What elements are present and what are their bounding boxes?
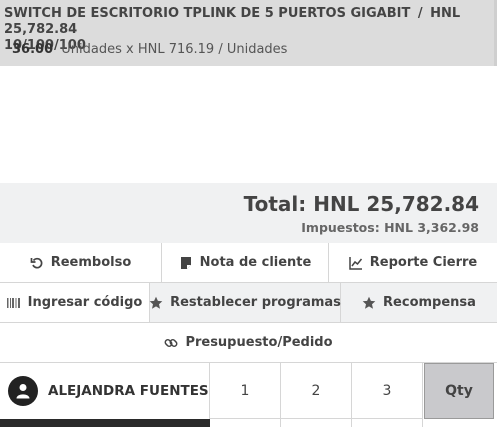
user-icon [16, 384, 30, 399]
order-total: Total: HNL 25,782.84 [244, 192, 479, 216]
numpad-key-1[interactable]: 1 [210, 363, 281, 419]
undo-icon [30, 257, 43, 269]
tax-label: Impuestos: [301, 220, 380, 235]
numpad-key-below[interactable] [281, 419, 352, 427]
enter-code-label: Ingresar código [27, 295, 143, 310]
quotation-label: Presupuesto/Pedido [185, 335, 333, 350]
reward-button[interactable]: Recompensa [341, 283, 497, 323]
order-tax: Impuestos: HNL 3,362.98 [301, 220, 479, 235]
customer-note-button[interactable]: Nota de cliente [162, 243, 329, 283]
order-line-detail: 36.00 Unidades x HNL 716.19 / Unidades [12, 42, 287, 57]
link-icon [164, 338, 178, 347]
total-label: Total: [243, 192, 307, 216]
numpad-key-2[interactable]: 2 [281, 363, 352, 419]
customer-note-label: Nota de cliente [199, 255, 312, 270]
product-name: SWITCH DE ESCRITORIO TPLINK DE 5 PUERTOS… [4, 6, 411, 21]
refund-label: Reembolso [50, 255, 132, 270]
close-report-button[interactable]: Reporte Cierre [329, 243, 497, 283]
star-icon [362, 296, 376, 309]
order-summary: Total: HNL 25,782.84 Impuestos: HNL 3,36… [0, 183, 497, 244]
numpad-bottom-bar [0, 419, 210, 427]
tax-value: HNL 3,362.98 [384, 220, 479, 235]
barcode-icon [6, 297, 20, 308]
note-icon [180, 256, 191, 269]
numpad-key-below[interactable] [210, 419, 281, 427]
refund-button[interactable]: Reembolso [0, 243, 162, 283]
reward-label: Recompensa [383, 295, 476, 310]
numpad-key-3[interactable]: 3 [352, 363, 423, 419]
quotation-button[interactable]: Presupuesto/Pedido [0, 323, 497, 363]
numpad-key-below[interactable] [423, 419, 497, 427]
title-separator: / [417, 6, 423, 21]
enter-code-button[interactable]: Ingresar código [0, 283, 150, 323]
line-unit-price: Unidades x HNL 716.19 / Unidades [61, 42, 288, 57]
avatar [8, 376, 38, 406]
reset-programs-button[interactable]: Restablecer programas [149, 283, 341, 323]
star-icon [149, 296, 163, 309]
numpad-key-below[interactable] [352, 419, 423, 427]
customer-button[interactable]: ALEJANDRA FUENTES [0, 363, 210, 419]
order-line[interactable]: SWITCH DE ESCRITORIO TPLINK DE 5 PUERTOS… [0, 0, 497, 66]
total-value: HNL 25,782.84 [313, 192, 479, 216]
chart-icon [349, 256, 362, 270]
reset-programs-label: Restablecer programas [170, 295, 341, 310]
close-report-label: Reporte Cierre [369, 255, 478, 270]
line-quantity: 36.00 [12, 42, 54, 57]
customer-name: ALEJANDRA FUENTES [48, 383, 209, 399]
qty-mode-button[interactable]: Qty [424, 363, 494, 419]
